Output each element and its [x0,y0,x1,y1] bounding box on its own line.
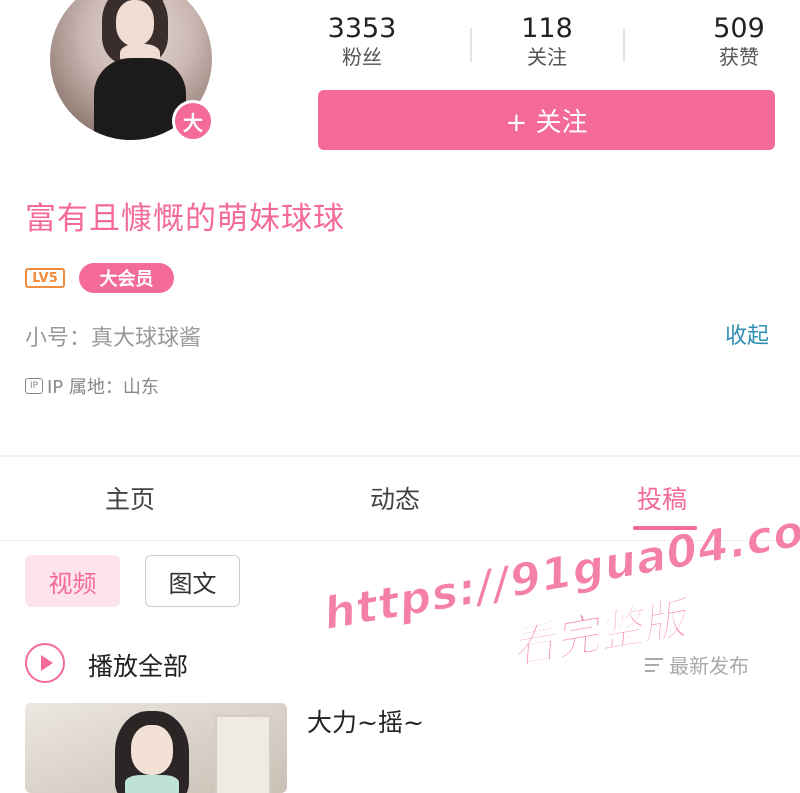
avatar-badge: 大 [172,100,214,142]
filter-video[interactable]: 视频 [25,555,120,607]
stat-likes-label: 获赞 [719,45,759,69]
thumbnail-outfit [125,775,179,793]
alt-account: 小号：真大球球酱 [25,326,202,351]
video-title[interactable]: 大力~摇~ [307,703,424,739]
section-divider [0,455,800,457]
stat-likes-value: 509 [713,13,765,44]
play-all-button[interactable]: 播放全部 [88,647,188,683]
thumbnail-door [215,715,271,793]
sort-label: 最新发布 [669,654,749,678]
sort-button[interactable]: 最新发布 [645,650,749,679]
ip-location-label: IP 属地：山东 [47,377,159,398]
nickname: 富有且慷慨的萌妹球球 [25,201,345,237]
filter-image-text[interactable]: 图文 [145,555,240,607]
stat-fans[interactable]: 3353 粉丝 [302,14,422,70]
vip-badge[interactable]: 大会员 [79,263,174,293]
sort-icon [645,657,663,672]
video-thumbnail[interactable] [25,703,287,793]
avatar-face [116,0,154,46]
collapse-button[interactable]: 收起 [725,318,769,350]
stat-divider [470,28,472,62]
stat-following-value: 118 [521,13,573,44]
level-badge: LV5 [25,268,65,288]
tab-uploads[interactable]: 投稿 [637,480,687,516]
follow-button[interactable]: + 关注 [318,90,775,150]
tab-home[interactable]: 主页 [105,480,155,516]
stat-following-label: 关注 [527,45,567,69]
ip-icon: IP [25,378,43,394]
stat-likes[interactable]: 509 获赞 [679,14,799,70]
play-icon[interactable] [25,643,65,683]
thumbnail-face [131,725,173,775]
ip-location: IP IP 属地：山东 [25,373,159,399]
stat-divider [623,28,625,62]
tab-dynamics[interactable]: 动态 [370,480,420,516]
stat-following[interactable]: 118 关注 [487,14,607,70]
stat-fans-label: 粉丝 [342,45,382,69]
stat-fans-value: 3353 [327,13,397,44]
